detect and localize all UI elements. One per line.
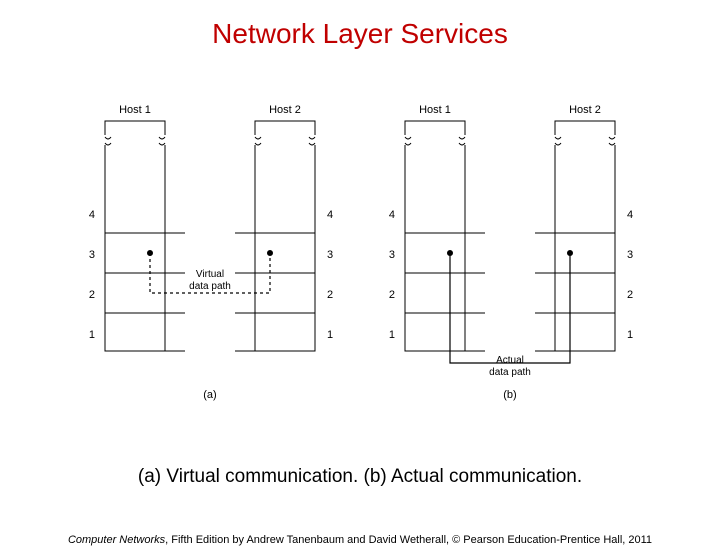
svg-text:1: 1 [389,329,395,341]
figure-caption: (a) Virtual communication. (b) Actual co… [0,466,720,488]
panel-a-host2-stack: Host 2 4 3 2 1 [235,104,333,351]
virtual-label-1: Virtual [196,269,224,280]
sublabel-b: (b) [503,389,516,401]
layer-2: 2 [89,289,95,301]
svg-text:1: 1 [327,329,333,341]
footer-rest: , Fifth Edition by Andrew Tanenbaum and … [165,534,652,546]
actual-label-1: Actual [496,355,524,366]
virtual-label-2: data path [189,281,231,292]
svg-text:2: 2 [389,289,395,301]
layer-1: 1 [89,329,95,341]
virtual-path: Virtual data path [147,250,273,293]
actual-label-2: data path [489,367,531,378]
host1-label: Host 1 [119,104,151,116]
actual-path: Actual data path [447,250,573,378]
footer-book-title: Computer Networks [68,534,165,546]
svg-text:4: 4 [389,209,395,221]
host2-label: Host 2 [269,104,301,116]
svg-text:4: 4 [327,209,333,221]
diagram-figure: Host 1 4 3 2 1 Host 2 4 3 2 1 [80,103,640,423]
svg-text:1: 1 [627,329,633,341]
sublabel-a: (a) [203,389,216,401]
panel-b-host1-stack: Host 1 4 3 2 1 [389,104,485,351]
svg-text:Host 1: Host 1 [419,104,451,116]
layer-3: 3 [89,249,95,261]
svg-text:2: 2 [327,289,333,301]
svg-text:3: 3 [389,249,395,261]
svg-text:3: 3 [327,249,333,261]
panel-a-host1-stack: Host 1 4 3 2 1 [89,104,185,351]
svg-text:Host 2: Host 2 [569,104,601,116]
panel-b-host2-stack: Host 2 4 3 2 1 [535,104,633,351]
page-title: Network Layer Services [0,18,720,50]
footer-citation: Computer Networks, Fifth Edition by Andr… [0,534,720,546]
svg-text:2: 2 [627,289,633,301]
layer-4: 4 [89,209,95,221]
svg-text:3: 3 [627,249,633,261]
svg-text:4: 4 [627,209,633,221]
